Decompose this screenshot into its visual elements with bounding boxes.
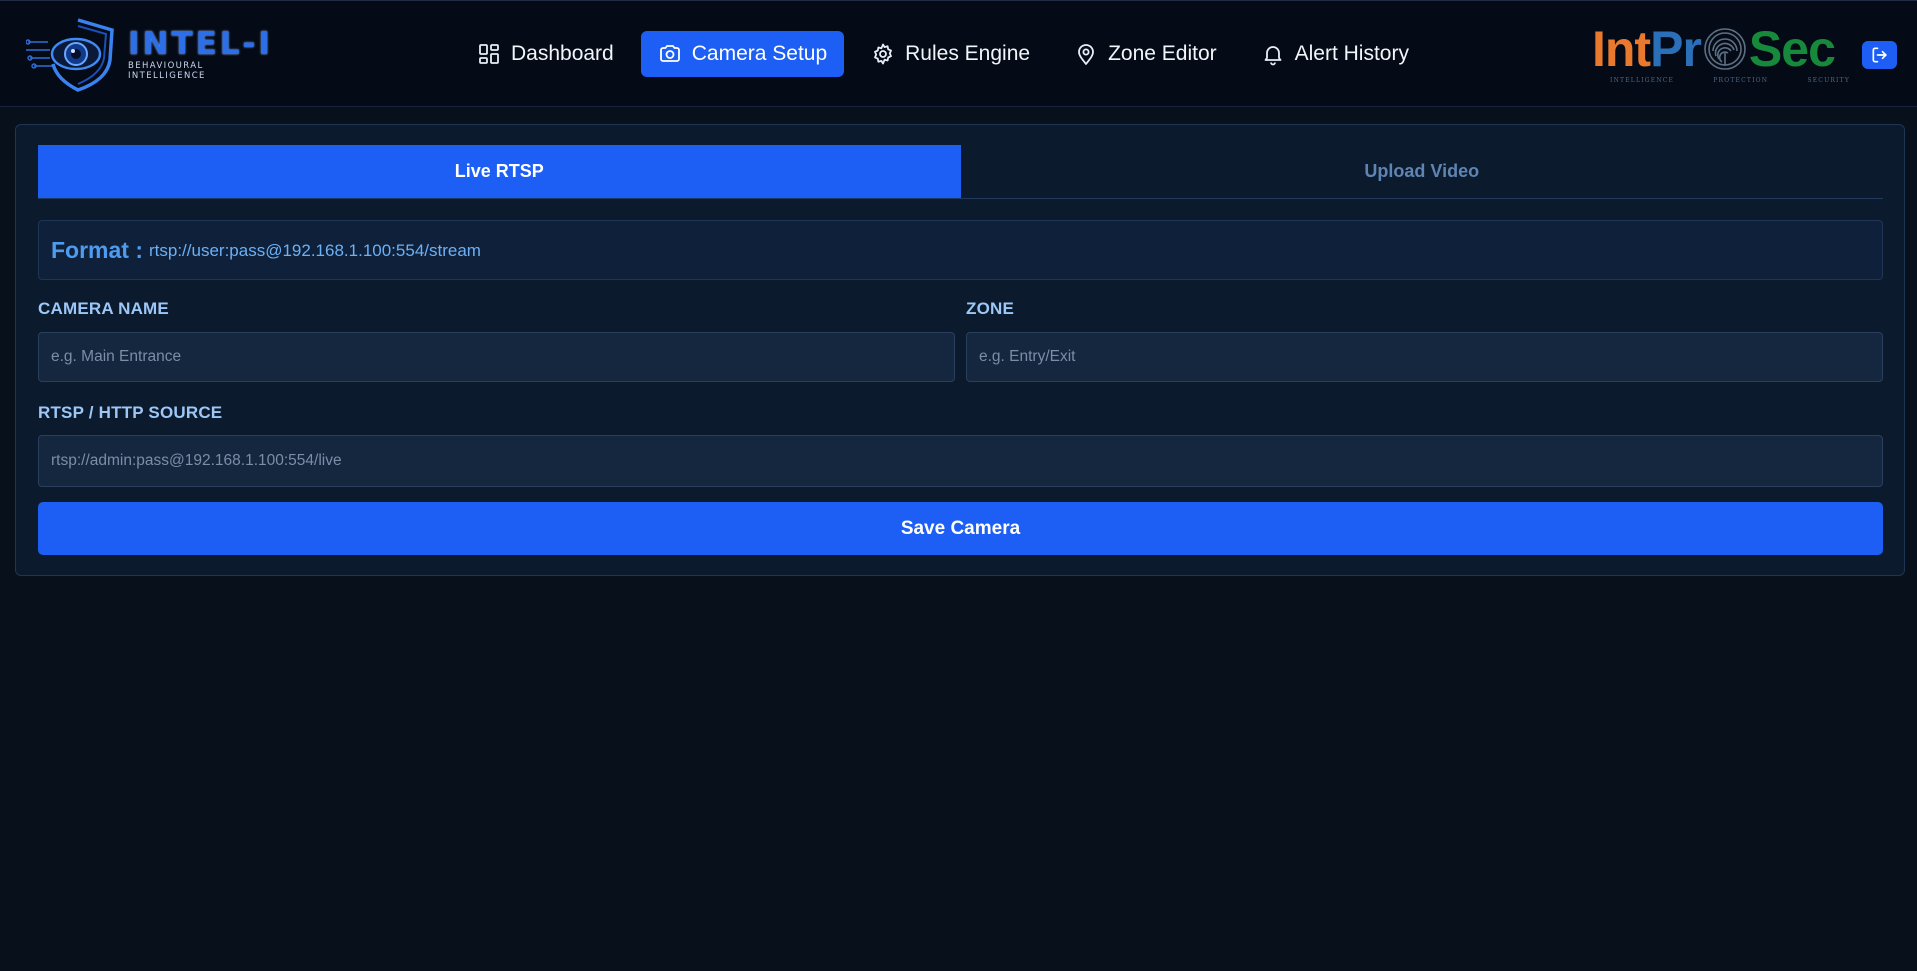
- camera-name-input[interactable]: [38, 332, 955, 382]
- intprosec-logo: Int Pr Sec INTELLIGENCE PROTECTION SECURI…: [1592, 21, 1852, 89]
- tab-upload-video[interactable]: Upload Video: [961, 145, 1884, 198]
- nav-label-zone-editor: Zone Editor: [1108, 42, 1217, 65]
- logo-part-pr: Pr: [1650, 21, 1702, 77]
- brand-tagline: BEHAVIOURAL INTELLIGENCE: [128, 61, 206, 81]
- nav-label-camera-setup: Camera Setup: [691, 42, 828, 65]
- logo-tag-intelligence: INTELLIGENCE: [1610, 77, 1675, 84]
- logo-tag-security: SECURITY: [1807, 77, 1850, 84]
- format-example: rtsp://user:pass@192.168.1.100:554/strea…: [149, 241, 481, 260]
- format-label: Format :: [51, 236, 143, 263]
- nav-item-rules-engine[interactable]: Rules Engine: [854, 31, 1047, 77]
- map-pin-icon: [1074, 42, 1098, 66]
- source-url-input[interactable]: [38, 435, 1883, 487]
- tab-live-rtsp[interactable]: Live RTSP: [38, 145, 961, 198]
- nav-item-alert-history[interactable]: Alert History: [1244, 31, 1426, 77]
- logo-tag-protection: PROTECTION: [1713, 77, 1769, 84]
- source-label: RTSP / HTTP SOURCE: [38, 403, 223, 422]
- brand-name: INTEL-I: [128, 26, 273, 62]
- nav-item-camera-setup[interactable]: Camera Setup: [640, 31, 845, 77]
- source-tabs: Live RTSP Upload Video: [38, 145, 1883, 199]
- intel-i-logo[interactable]: INTEL-I BEHAVIOURAL INTELLIGENCE: [26, 15, 276, 93]
- main-navigation: Dashboard Camera Setup Rules Engine Zone…: [460, 31, 1436, 77]
- logo-part-sec: Sec: [1748, 21, 1836, 77]
- logo-part-int: Int: [1592, 21, 1651, 77]
- nav-label-dashboard: Dashboard: [511, 42, 614, 65]
- camera-name-label: CAMERA NAME: [38, 299, 169, 318]
- top-navbar: INTEL-I BEHAVIOURAL INTELLIGENCE Dashboa…: [0, 0, 1917, 107]
- nav-item-zone-editor[interactable]: Zone Editor: [1057, 31, 1234, 77]
- bell-icon: [1261, 42, 1285, 66]
- eye-shield-icon: [26, 18, 114, 92]
- save-camera-button[interactable]: Save Camera: [38, 502, 1883, 555]
- format-hint: Format : rtsp://user:pass@192.168.1.100:…: [38, 220, 1883, 280]
- zone-label: ZONE: [966, 299, 1015, 318]
- logout-button[interactable]: [1862, 41, 1897, 69]
- gear-icon: [871, 42, 895, 66]
- camera-icon: [658, 42, 682, 66]
- nav-item-dashboard[interactable]: Dashboard: [460, 31, 631, 77]
- camera-setup-panel: Live RTSP Upload Video Format : rtsp://u…: [15, 124, 1905, 576]
- fingerprint-icon: [1702, 26, 1748, 72]
- zone-input[interactable]: [966, 332, 1883, 382]
- dashboard-grid-icon: [477, 42, 501, 66]
- nav-label-alert-history: Alert History: [1294, 42, 1409, 65]
- logout-icon: [1870, 45, 1890, 65]
- nav-label-rules-engine: Rules Engine: [905, 42, 1031, 65]
